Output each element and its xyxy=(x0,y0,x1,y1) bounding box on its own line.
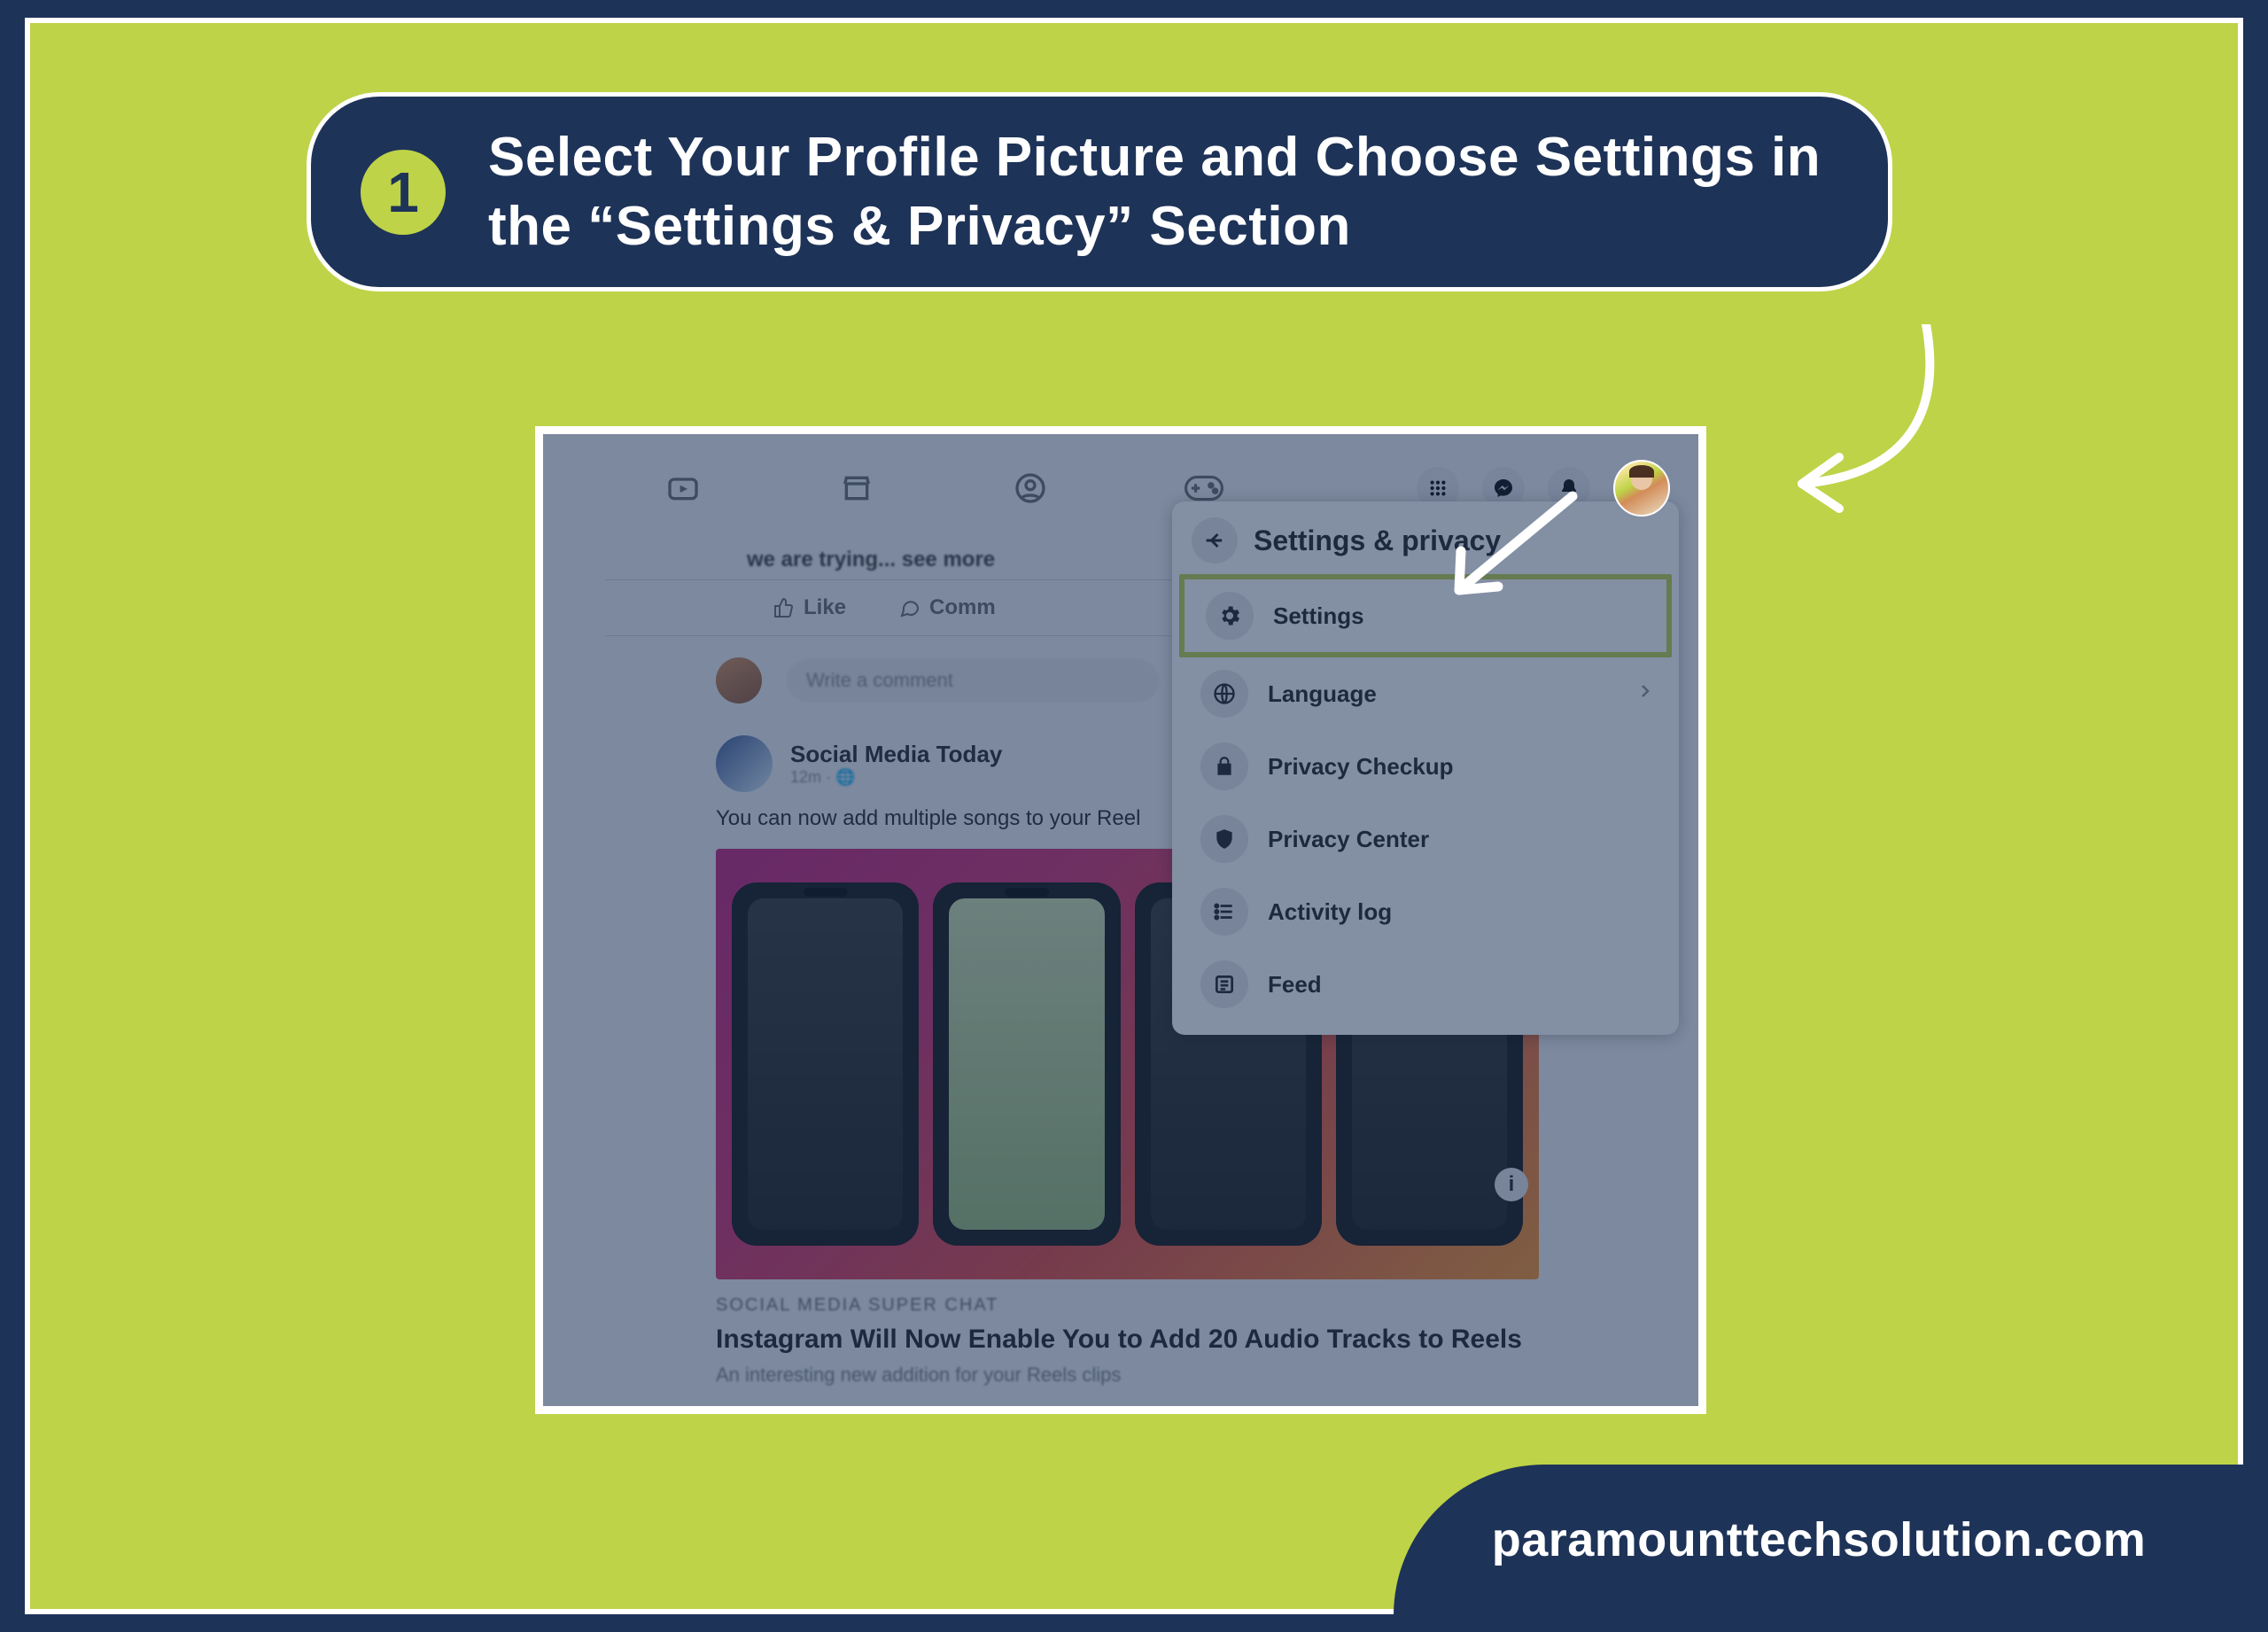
menu-label: Privacy Center xyxy=(1268,826,1429,853)
profile-avatar[interactable] xyxy=(1613,460,1670,517)
post-caption-tag: SOCIAL MEDIA SUPER CHAT xyxy=(716,1295,1539,1316)
settings-privacy-panel: Settings & privacy Settings Language xyxy=(1172,501,1679,1035)
website-url: paramounttechsolution.com xyxy=(1492,1512,2147,1567)
comment-input[interactable]: Write a comment xyxy=(787,659,1159,702)
mini-avatar[interactable] xyxy=(716,657,762,703)
menu-label: Language xyxy=(1268,680,1377,708)
post-subline: An interesting new addition for your Ree… xyxy=(716,1364,1539,1387)
marketplace-icon[interactable] xyxy=(832,463,882,513)
slide-frame: 1 Select Your Profile Picture and Choose… xyxy=(25,18,2243,1614)
gear-icon xyxy=(1206,592,1254,640)
see-more-text: we are trying... see more xyxy=(747,548,995,572)
like-button[interactable]: Like xyxy=(773,595,846,620)
menu-label: Feed xyxy=(1268,971,1322,999)
menu-label: Activity log xyxy=(1268,898,1392,926)
menu-item-language[interactable]: Language xyxy=(1179,657,1672,730)
back-button[interactable] xyxy=(1192,517,1238,563)
shield-lock-icon xyxy=(1200,815,1248,863)
menu-item-feed[interactable]: Feed xyxy=(1179,948,1672,1021)
menu-item-activity-log[interactable]: Activity log xyxy=(1179,875,1672,948)
menu-label: Privacy Checkup xyxy=(1268,753,1454,781)
info-icon[interactable]: i xyxy=(1495,1168,1528,1201)
comment-button[interactable]: Comm xyxy=(899,595,996,620)
post-author-avatar[interactable] xyxy=(716,735,773,792)
instruction-text: Select Your Profile Picture and Choose S… xyxy=(488,123,1838,260)
list-icon xyxy=(1200,888,1248,936)
phone-mockup xyxy=(732,882,919,1246)
lock-icon xyxy=(1200,742,1248,790)
website-ribbon: paramounttechsolution.com xyxy=(1394,1465,2244,1615)
feed-icon xyxy=(1200,960,1248,1008)
write-comment-row: Write a comment xyxy=(716,657,1159,703)
instruction-pill: 1 Select Your Profile Picture and Choose… xyxy=(307,92,1892,291)
chevron-right-icon xyxy=(1635,680,1656,708)
nav-center-icons xyxy=(658,463,1229,513)
post-actions-row: Like Comm xyxy=(605,579,1225,636)
menu-item-privacy-checkup[interactable]: Privacy Checkup xyxy=(1179,730,1672,803)
post-headline[interactable]: Instagram Will Now Enable You to Add 20 … xyxy=(716,1325,1539,1355)
comment-label: Comm xyxy=(929,595,996,620)
post-author-name[interactable]: Social Media Today xyxy=(790,741,1002,768)
panel-title: Settings & privacy xyxy=(1254,525,1501,557)
groups-icon[interactable] xyxy=(1006,463,1055,513)
like-label: Like xyxy=(804,595,846,620)
facebook-screenshot: we are trying... see more Like Comm Writ… xyxy=(535,426,1706,1414)
panel-header: Settings & privacy xyxy=(1172,501,1679,574)
globe-icon xyxy=(1200,670,1248,718)
menu-item-privacy-center[interactable]: Privacy Center xyxy=(1179,803,1672,875)
menu-item-settings[interactable]: Settings xyxy=(1179,574,1672,657)
arrow-annotation-to-avatar xyxy=(1767,324,1988,528)
phone-mockup xyxy=(933,882,1120,1246)
post-meta: 12m · 🌐 xyxy=(790,768,1002,787)
menu-label: Settings xyxy=(1273,602,1364,630)
watch-icon[interactable] xyxy=(658,463,708,513)
step-number-badge: 1 xyxy=(361,150,446,235)
